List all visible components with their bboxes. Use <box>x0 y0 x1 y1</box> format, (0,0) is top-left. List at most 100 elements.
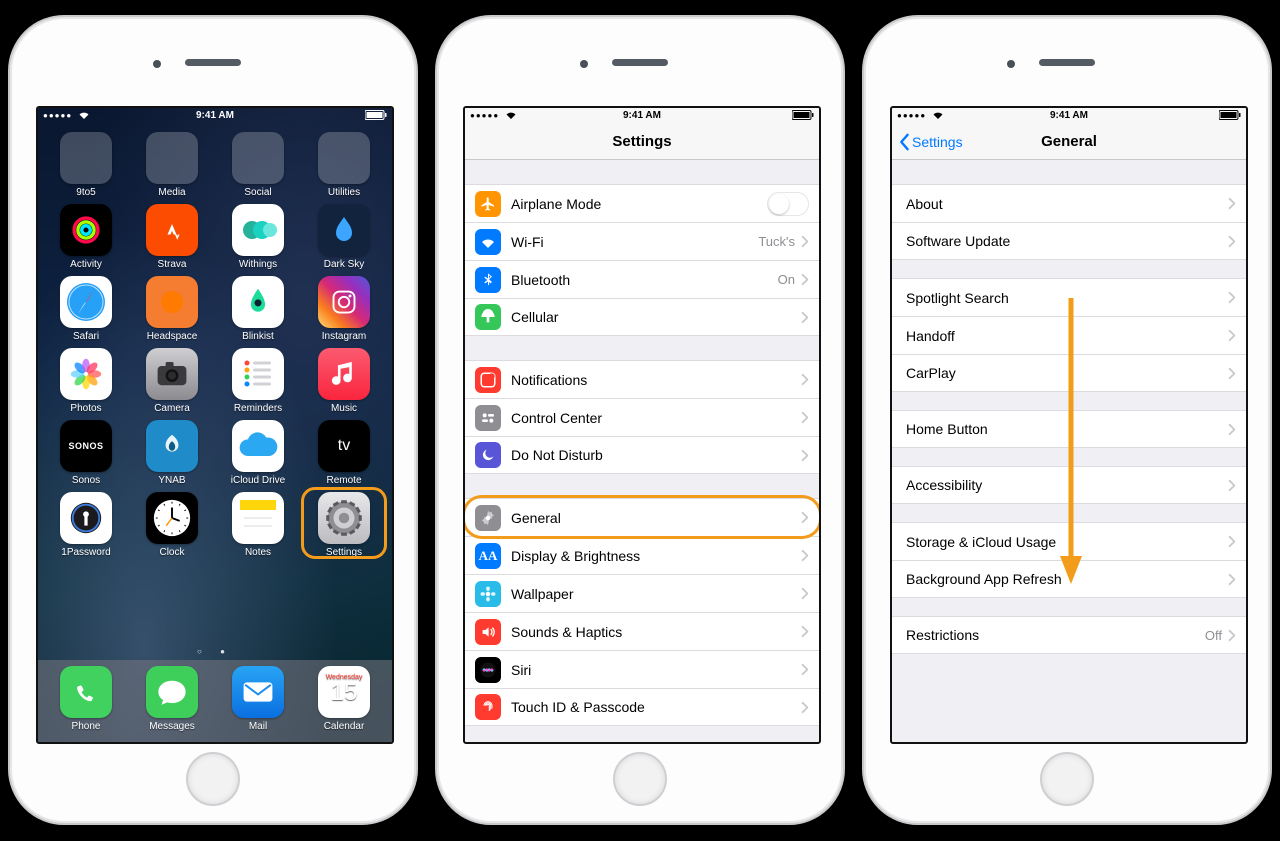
row-label: Sounds & Haptics <box>511 624 801 640</box>
app-label: Reminders <box>234 403 282 414</box>
clock-icon <box>146 492 198 544</box>
folder-icon <box>60 132 112 184</box>
dock-app-phone[interactable]: Phone <box>48 666 124 742</box>
withings-icon <box>232 204 284 256</box>
row-label: Restrictions <box>906 627 1205 643</box>
app-settings[interactable]: Settings <box>306 492 382 558</box>
chevron-right-icon <box>801 587 809 600</box>
settings-row-airplane-mode[interactable]: Airplane Mode <box>465 184 819 222</box>
home-button[interactable] <box>613 752 667 806</box>
status-time: 9:41 AM <box>465 108 819 124</box>
general-row-carplay[interactable]: CarPlay <box>892 354 1246 392</box>
dock-app-calendar[interactable]: Wednesday15Calendar <box>306 666 382 742</box>
row-label: Bluetooth <box>511 272 778 288</box>
general-row-spotlight-search[interactable]: Spotlight Search <box>892 278 1246 316</box>
app-label: Settings <box>326 547 362 558</box>
folder-social[interactable]: Social <box>220 132 296 198</box>
app-camera[interactable]: Camera <box>134 348 210 414</box>
row-label: Control Center <box>511 410 801 426</box>
app-headspace[interactable]: Headspace <box>134 276 210 342</box>
app-withings[interactable]: Withings <box>220 204 296 270</box>
app-strava[interactable]: Strava <box>134 204 210 270</box>
app-label: Notes <box>245 547 271 558</box>
settings-row-touch-id-and-passcode[interactable]: Touch ID & Passcode <box>465 688 819 726</box>
settings-row-wallpaper[interactable]: Wallpaper <box>465 574 819 612</box>
settings-row-wi-fi[interactable]: Wi-FiTuck's <box>465 222 819 260</box>
general-row-home-button[interactable]: Home Button <box>892 410 1246 448</box>
status-bar: ●●●●● 9:41 AM <box>465 108 819 124</box>
row-detail: Off <box>1205 628 1222 643</box>
app-sonos[interactable]: SONOSSonos <box>48 420 124 486</box>
app-ynab[interactable]: YNAB <box>134 420 210 486</box>
control-center-icon <box>475 405 501 431</box>
folder-media[interactable]: Media <box>134 132 210 198</box>
general-row-handoff[interactable]: Handoff <box>892 316 1246 354</box>
app-photos[interactable]: Photos <box>48 348 124 414</box>
settings-row-control-center[interactable]: Control Center <box>465 398 819 436</box>
home-button[interactable] <box>186 752 240 806</box>
chevron-right-icon <box>801 273 809 286</box>
folder-utilities[interactable]: Utilities <box>306 132 382 198</box>
chevron-right-icon <box>801 373 809 386</box>
chevron-right-icon <box>1228 367 1236 380</box>
dock-app-mail[interactable]: Mail <box>220 666 296 742</box>
status-time: 9:41 AM <box>38 108 392 124</box>
app-instagram[interactable]: Instagram <box>306 276 382 342</box>
app-label: Mail <box>249 721 267 732</box>
camera-icon <box>146 348 198 400</box>
home-button[interactable] <box>1040 752 1094 806</box>
dock-app-messages[interactable]: Messages <box>134 666 210 742</box>
app-label: iCloud Drive <box>231 475 285 486</box>
general-row-about[interactable]: About <box>892 184 1246 222</box>
app-blinkist[interactable]: Blinkist <box>220 276 296 342</box>
settings-row-general[interactable]: General <box>465 498 819 536</box>
row-label: Touch ID & Passcode <box>511 699 801 715</box>
folder-9to5[interactable]: 9to5 <box>48 132 124 198</box>
app-remote[interactable]: tvRemote <box>306 420 382 486</box>
general-row-restrictions[interactable]: RestrictionsOff <box>892 616 1246 654</box>
settings-row-siri[interactable]: Siri <box>465 650 819 688</box>
app-label: Music <box>331 403 357 414</box>
settings-row-sounds-and-haptics[interactable]: Sounds & Haptics <box>465 612 819 650</box>
app-dark-sky[interactable]: Dark Sky <box>306 204 382 270</box>
back-button[interactable]: Settings <box>898 124 963 160</box>
app-label: 1Password <box>61 547 110 558</box>
app-label: Phone <box>72 721 101 732</box>
status-bar: ●●●●● 9:41 AM <box>38 108 392 124</box>
icloud-drive-icon <box>232 420 284 472</box>
app-music[interactable]: Music <box>306 348 382 414</box>
toggle-switch[interactable] <box>767 192 809 216</box>
app-notes[interactable]: Notes <box>220 492 296 558</box>
app-label: Sonos <box>72 475 100 486</box>
notifications-icon <box>475 367 501 393</box>
chevron-right-icon <box>1228 629 1236 642</box>
app-1password[interactable]: 1Password <box>48 492 124 558</box>
app-clock[interactable]: Clock <box>134 492 210 558</box>
1password-icon <box>60 492 112 544</box>
general-row-background-app-refresh[interactable]: Background App Refresh <box>892 560 1246 598</box>
back-label: Settings <box>912 134 963 150</box>
general-row-storage-and-icloud-usage[interactable]: Storage & iCloud Usage <box>892 522 1246 560</box>
settings-row-cellular[interactable]: Cellular <box>465 298 819 336</box>
phone-settings: ●●●●● 9:41 AM Settings Airplane ModeWi-F… <box>435 15 845 825</box>
settings-row-bluetooth[interactable]: BluetoothOn <box>465 260 819 298</box>
app-safari[interactable]: Safari <box>48 276 124 342</box>
settings-row-display-and-brightness[interactable]: AADisplay & Brightness <box>465 536 819 574</box>
app-activity[interactable]: Activity <box>48 204 124 270</box>
settings-row-notifications[interactable]: Notifications <box>465 360 819 398</box>
navbar: Settings <box>465 124 819 160</box>
dark-sky-icon <box>318 204 370 256</box>
phone-icon <box>60 666 112 718</box>
ynab-icon <box>146 420 198 472</box>
airplane-mode-icon <box>475 191 501 217</box>
general-row-software-update[interactable]: Software Update <box>892 222 1246 260</box>
settings-row-do-not-disturb[interactable]: Do Not Disturb <box>465 436 819 474</box>
app-label: Instagram <box>322 331 366 342</box>
chevron-right-icon <box>801 411 809 424</box>
general-row-accessibility[interactable]: Accessibility <box>892 466 1246 504</box>
chevron-right-icon <box>1228 535 1236 548</box>
row-label: Do Not Disturb <box>511 447 801 463</box>
row-detail: Tuck's <box>758 234 795 249</box>
app-icloud-drive[interactable]: iCloud Drive <box>220 420 296 486</box>
app-reminders[interactable]: Reminders <box>220 348 296 414</box>
